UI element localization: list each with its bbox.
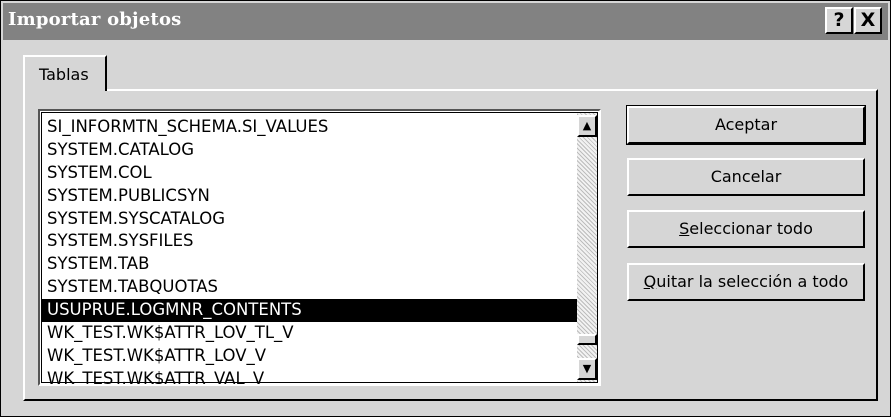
- select-all-label: eleccionar todo: [689, 219, 813, 238]
- close-icon: X: [860, 9, 876, 31]
- deselect-all-button[interactable]: Quitar la selección a todo: [627, 263, 865, 301]
- accept-button-label: Aceptar: [714, 115, 778, 134]
- list-items: SI_INFORMTN_SCHEMA.SI_VALUES SYSTEM.CATAL…: [42, 116, 582, 384]
- listbox-frame: SI_INFORMTN_SCHEMA.SI_VALUES SYSTEM.CATAL…: [41, 112, 598, 384]
- arrow-up-icon: ▲: [582, 119, 592, 132]
- import-objects-dialog: Importar objetos ? X Tablas SI_INFORMTN_…: [0, 0, 891, 417]
- select-all-mnemonic: S: [679, 219, 690, 238]
- close-button[interactable]: X: [854, 7, 882, 34]
- deselect-all-label: uitar la selección a todo: [656, 272, 849, 291]
- list-item[interactable]: SYSTEM.TABQUOTAS: [42, 276, 582, 299]
- list-item[interactable]: SYSTEM.TAB: [42, 253, 582, 276]
- scroll-down-button[interactable]: ▼: [577, 358, 597, 380]
- list-item[interactable]: SYSTEM.COL: [42, 162, 582, 185]
- list-item[interactable]: SYSTEM.SYSFILES: [42, 230, 582, 253]
- arrow-down-icon: ▼: [582, 362, 592, 375]
- tables-listbox[interactable]: SI_INFORMTN_SCHEMA.SI_VALUES SYSTEM.CATAL…: [38, 109, 601, 386]
- tab-tablas[interactable]: Tablas: [23, 55, 107, 91]
- list-item[interactable]: SYSTEM.CATALOG: [42, 139, 582, 162]
- list-item[interactable]: SYSTEM.SYSCATALOG: [42, 208, 582, 231]
- list-item[interactable]: WK_TEST.WK$ATTR_LOV_V: [42, 345, 582, 368]
- list-item[interactable]: WK_TEST.WK$ATTR_VAL_V: [42, 368, 582, 384]
- scroll-up-button[interactable]: ▲: [577, 115, 597, 137]
- cancel-button[interactable]: Cancelar: [627, 158, 865, 196]
- help-button[interactable]: ?: [825, 7, 853, 34]
- vertical-scrollbar[interactable]: ▲ ▼: [577, 113, 597, 382]
- tab-label: Tablas: [39, 65, 89, 84]
- list-item[interactable]: USUPRUE.LOGMNR_CONTENTS: [42, 299, 582, 323]
- list-item[interactable]: SYSTEM.PUBLICSYN: [42, 185, 582, 208]
- list-item[interactable]: WK_TEST.WK$ATTR_LOV_TL_V: [42, 322, 582, 345]
- title-bar[interactable]: Importar objetos ? X: [3, 3, 888, 40]
- deselect-all-mnemonic: Q: [643, 272, 657, 291]
- select-all-button[interactable]: Seleccionar todo: [627, 210, 865, 248]
- accept-button[interactable]: Aceptar: [626, 105, 866, 145]
- help-icon: ?: [833, 9, 845, 31]
- scrollbar-thumb[interactable]: [577, 334, 597, 346]
- cancel-button-label: Cancelar: [710, 167, 782, 186]
- window-title: Importar objetos: [8, 9, 182, 30]
- list-item[interactable]: SI_INFORMTN_SCHEMA.SI_VALUES: [42, 116, 582, 139]
